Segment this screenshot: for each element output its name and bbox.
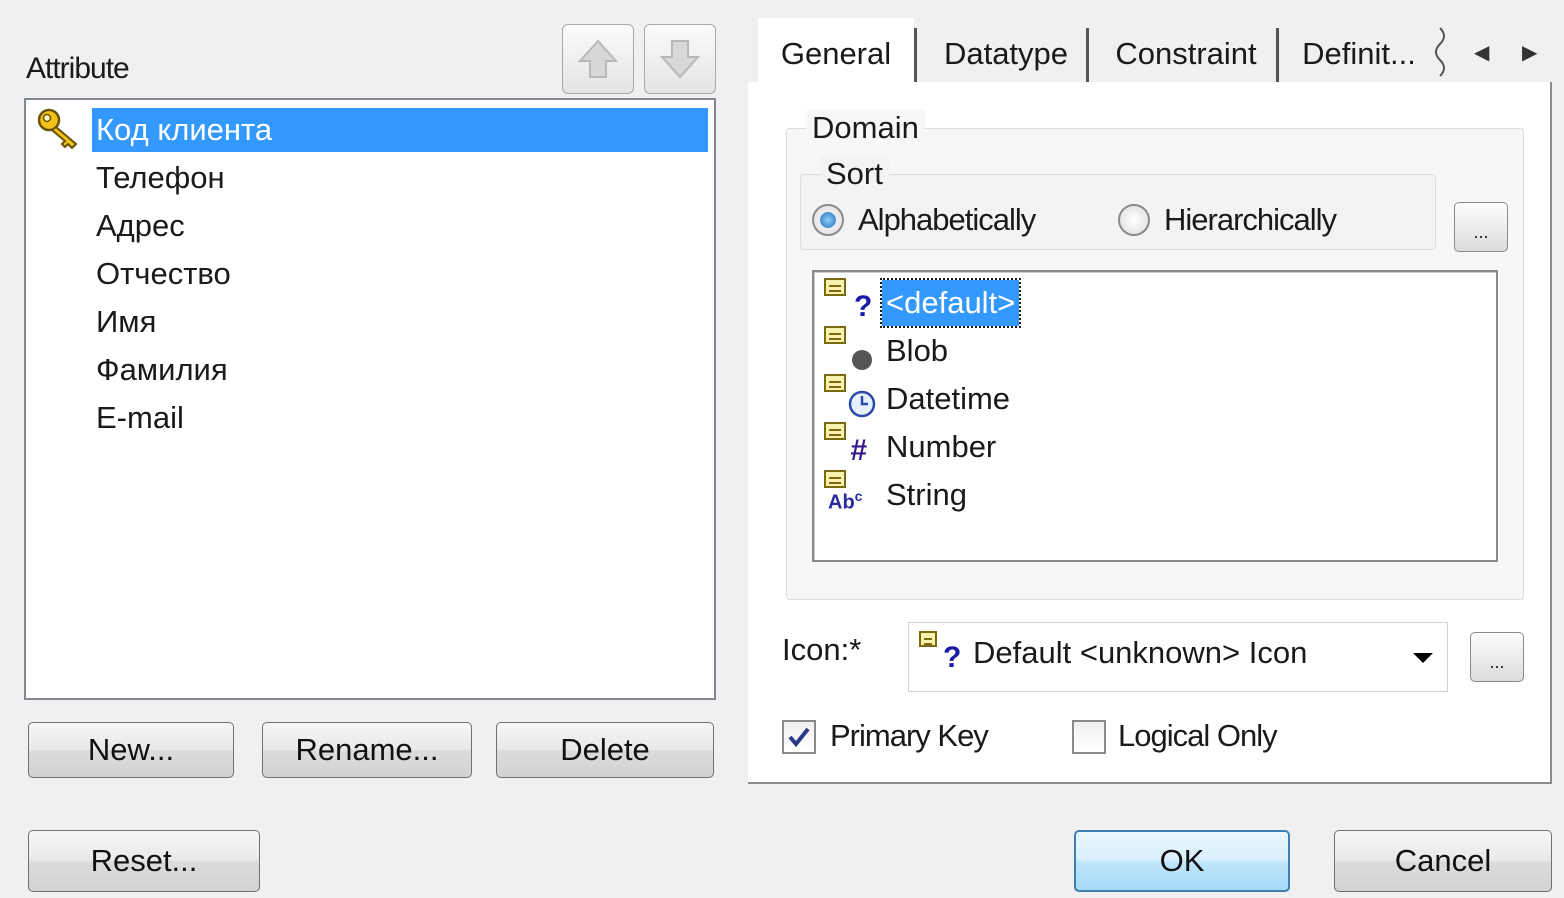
radio-alphabetically-label: Alphabetically	[858, 202, 1036, 237]
move-down-button[interactable]	[644, 24, 716, 94]
key-icon	[37, 108, 78, 150]
scroll-right-icon[interactable]: ▶	[1522, 40, 1537, 65]
delete-button[interactable]: Delete	[496, 722, 714, 778]
arrow-up-icon	[577, 39, 619, 78]
domain-item[interactable]: Datetime	[882, 376, 1014, 422]
sort-legend: Sort	[820, 156, 889, 192]
domain-browse-button[interactable]: ...	[1454, 202, 1508, 252]
list-item[interactable]: Код клиента	[92, 108, 708, 152]
domain-item[interactable]: Blob	[882, 328, 952, 374]
clock-icon	[824, 374, 876, 422]
tab-definition[interactable]: Definit...	[1284, 18, 1434, 84]
attribute-list[interactable]: Код клиента Телефон Адрес Отчество Имя Ф…	[24, 98, 716, 700]
unknown-domain-icon: ?	[824, 278, 876, 326]
list-item[interactable]: Фамилия	[92, 348, 708, 392]
domain-item[interactable]: Number	[882, 424, 1000, 470]
tab-datatype[interactable]: Datatype	[922, 18, 1090, 84]
reset-button[interactable]: Reset...	[28, 830, 260, 892]
domain-list[interactable]: ? <default> Blob Datetime # Number Abc S…	[812, 270, 1498, 562]
tab-general[interactable]: General	[758, 18, 914, 84]
attribute-label: Attribute	[26, 52, 130, 85]
scroll-left-icon[interactable]: ◀	[1474, 40, 1489, 65]
unknown-domain-icon: ?	[919, 631, 971, 683]
icon-select[interactable]: ? Default <unknown> Icon	[908, 622, 1448, 692]
arrow-down-icon	[659, 40, 701, 79]
list-item[interactable]: E-mail	[92, 396, 708, 440]
string-icon: Abc	[824, 470, 876, 518]
ok-button[interactable]: OK	[1074, 830, 1290, 892]
icon-label: Icon:*	[782, 632, 862, 667]
move-up-button[interactable]	[562, 24, 634, 94]
chevron-down-icon[interactable]	[1413, 653, 1433, 663]
list-item[interactable]: Телефон	[92, 156, 708, 200]
icon-select-value: Default <unknown> Icon	[973, 635, 1308, 670]
domain-legend: Domain	[806, 110, 925, 146]
hash-icon: #	[824, 422, 876, 470]
list-item[interactable]: Отчество	[92, 252, 708, 296]
blob-icon	[824, 326, 876, 374]
list-item[interactable]: Имя	[92, 300, 708, 344]
tab-constraint[interactable]: Constraint	[1094, 18, 1278, 84]
new-button[interactable]: New...	[28, 722, 234, 778]
tab-tear-icon	[1435, 27, 1445, 77]
primary-key-checkbox[interactable]	[782, 720, 816, 754]
logical-only-checkbox[interactable]	[1072, 720, 1106, 754]
domain-item[interactable]: <default>	[879, 278, 1022, 328]
logical-only-label: Logical Only	[1118, 718, 1278, 753]
radio-hierarchically-label: Hierarchically	[1164, 202, 1337, 237]
domain-item[interactable]: String	[882, 472, 971, 518]
radio-alphabetically[interactable]	[812, 204, 844, 236]
radio-hierarchically[interactable]	[1118, 204, 1150, 236]
primary-key-label: Primary Key	[830, 718, 989, 753]
rename-button[interactable]: Rename...	[262, 722, 472, 778]
checkmark-icon	[788, 727, 810, 748]
icon-browse-button[interactable]: ...	[1470, 632, 1524, 682]
cancel-button[interactable]: Cancel	[1334, 830, 1552, 892]
list-item[interactable]: Адрес	[92, 204, 708, 248]
